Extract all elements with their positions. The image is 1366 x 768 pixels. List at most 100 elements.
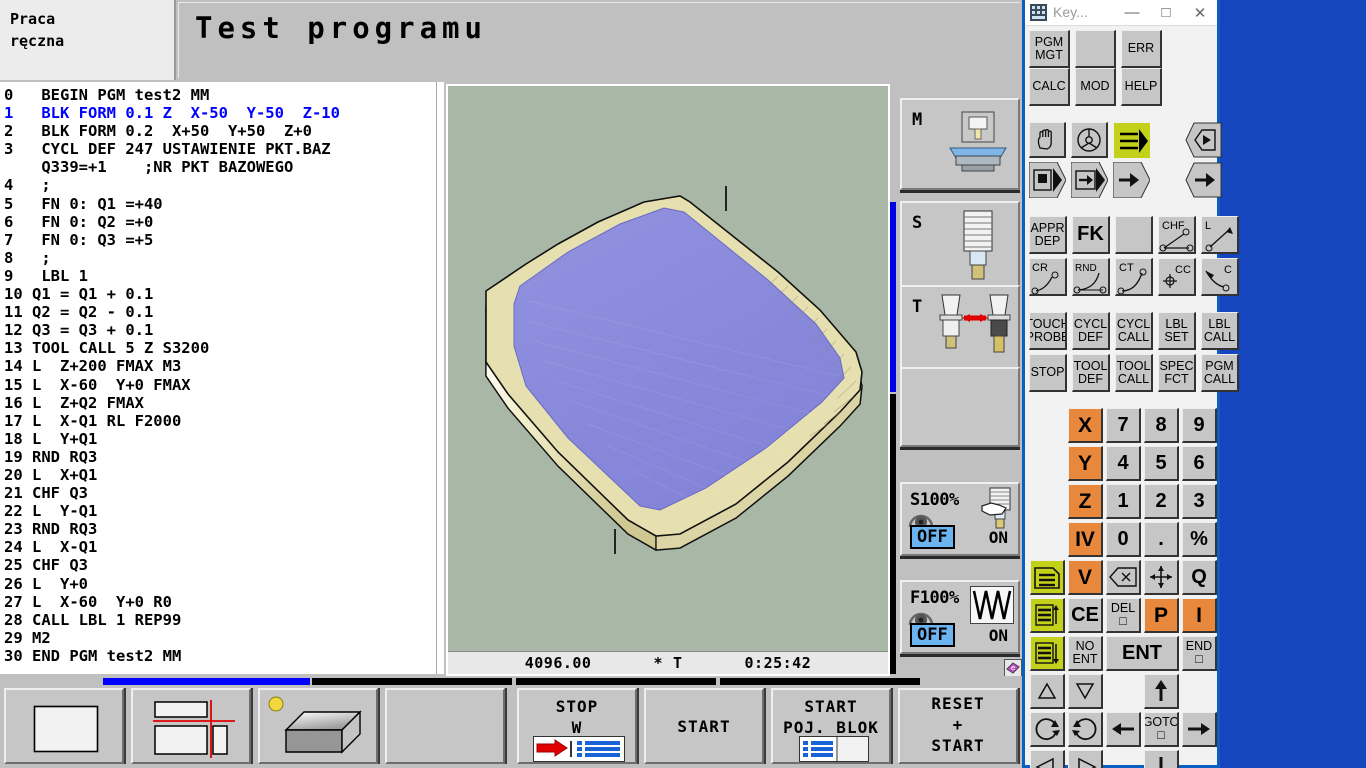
key-decimal-point[interactable]: . <box>1144 522 1179 557</box>
key-0[interactable]: 0 <box>1106 522 1141 557</box>
key-q[interactable]: Q <box>1182 560 1217 595</box>
key-jog-plus[interactable] <box>1068 750 1103 768</box>
key-del[interactable]: DEL □ <box>1106 598 1141 633</box>
softkey-tool-change[interactable]: T <box>900 285 1020 371</box>
key-stop[interactable]: STOP <box>1029 354 1067 392</box>
key-jog-minus[interactable] <box>1030 750 1065 768</box>
key-rotate-ccw[interactable] <box>1030 712 1065 747</box>
softkey-empty-view[interactable] <box>385 688 505 764</box>
smartselect-icon[interactable]: e <box>1004 659 1022 677</box>
program-line[interactable]: 22 L Y-Q1 <box>4 502 442 520</box>
key-c[interactable]: C <box>1201 258 1239 296</box>
key-9[interactable]: 9 <box>1182 408 1217 443</box>
program-line[interactable]: 19 RND RQ3 <box>4 448 442 466</box>
key-i[interactable]: I <box>1182 598 1217 633</box>
key-handwheel[interactable] <box>1071 122 1108 158</box>
key-line[interactable]: L <box>1201 216 1239 254</box>
key-axis-x[interactable]: X <box>1068 408 1103 443</box>
softkey-empty[interactable] <box>900 367 1020 447</box>
key-cc[interactable]: CC <box>1158 258 1196 296</box>
program-line[interactable]: 25 CHF Q3 <box>4 556 442 574</box>
program-line[interactable]: 1 BLK FORM 0.1 Z X-50 Y-50 Z-10 <box>4 104 442 122</box>
key-fk[interactable]: FK <box>1072 216 1110 254</box>
feed-override-off-badge[interactable]: OFF <box>910 623 955 647</box>
key-calc[interactable]: CALC <box>1029 68 1070 106</box>
key-p[interactable]: P <box>1144 598 1179 633</box>
program-line[interactable]: 5 FN 0: Q1 =+40 <box>4 195 442 213</box>
key-2[interactable]: 2 <box>1144 484 1179 519</box>
key-actual-position[interactable] <box>1144 560 1179 595</box>
key-axis-z[interactable]: Z <box>1068 484 1103 519</box>
program-line[interactable]: 0 BEGIN PGM test2 MM <box>4 86 442 104</box>
feed-override-on-label[interactable]: ON <box>989 626 1008 645</box>
key-7[interactable]: 7 <box>1106 408 1141 443</box>
key-blank-1[interactable] <box>1075 30 1116 68</box>
program-line[interactable]: 11 Q2 = Q2 - 0.1 <box>4 303 442 321</box>
softkey-start[interactable]: START <box>644 688 764 764</box>
program-line[interactable]: 24 L X-Q1 <box>4 538 442 556</box>
softkey-3d-view[interactable] <box>258 688 378 764</box>
softkey-feed-override[interactable]: F100% OFF ON <box>900 580 1020 654</box>
softkey-spindle-speed[interactable]: S <box>900 201 1020 289</box>
key-rnd[interactable]: RND <box>1072 258 1110 296</box>
key-end[interactable]: END □ <box>1182 636 1217 671</box>
program-line[interactable]: 20 L X+Q1 <box>4 466 442 484</box>
key-arrow-up[interactable] <box>1144 674 1179 709</box>
key-4[interactable]: 4 <box>1106 446 1141 481</box>
close-button[interactable]: ✕ <box>1183 0 1217 25</box>
key-blank-2[interactable] <box>1115 216 1153 254</box>
program-line[interactable]: 8 ; <box>4 249 442 267</box>
program-line[interactable]: 14 L Z+200 FMAX M3 <box>4 357 442 375</box>
program-line[interactable]: 27 L X-60 Y+0 R0 <box>4 593 442 611</box>
key-touch-probe[interactable]: TOUCHPROBE <box>1029 312 1067 350</box>
program-line[interactable]: 15 L X-60 Y+0 FMAX <box>4 376 442 394</box>
key-1[interactable]: 1 <box>1106 484 1141 519</box>
key-triangle-up[interactable] <box>1030 674 1065 709</box>
program-line[interactable]: 23 RND RQ3 <box>4 520 442 538</box>
softkey-start-single-block[interactable]: START POJ. BLOK <box>771 688 891 764</box>
key-5[interactable]: 5 <box>1144 446 1179 481</box>
key-pgm-mgt[interactable]: PGM MGT <box>1029 30 1070 68</box>
minimize-button[interactable]: — <box>1115 0 1149 25</box>
program-line[interactable]: 7 FN 0: Q3 =+5 <box>4 231 442 249</box>
program-scrollbar[interactable] <box>436 82 444 674</box>
key-page-up[interactable] <box>1030 598 1065 633</box>
key-cycl-def[interactable]: CYCL DEF <box>1072 312 1110 350</box>
program-line[interactable]: 28 CALL LBL 1 REP99 <box>4 611 442 629</box>
key-pgm-call[interactable]: PGM CALL <box>1201 354 1239 392</box>
program-line[interactable]: 26 L Y+0 <box>4 575 442 593</box>
program-listing[interactable]: 0 BEGIN PGM test2 MM 1 BLK FORM 0.1 Z X-5… <box>0 82 444 674</box>
softkey-reset-start[interactable]: RESET + START <box>898 688 1018 764</box>
program-line[interactable]: 10 Q1 = Q1 + 0.1 <box>4 285 442 303</box>
spindle-override-off-badge[interactable]: OFF <box>910 525 955 549</box>
key-page-list[interactable] <box>1030 560 1065 595</box>
key-8[interactable]: 8 <box>1144 408 1179 443</box>
graphics-viewport[interactable] <box>448 86 888 651</box>
key-page-down[interactable] <box>1030 636 1065 671</box>
program-line[interactable]: 18 L Y+Q1 <box>4 430 442 448</box>
key-ce[interactable]: CE <box>1068 598 1103 633</box>
key-program-run-single[interactable] <box>1071 162 1108 198</box>
key-err[interactable]: ERR <box>1121 30 1162 68</box>
program-line[interactable]: 29 M2 <box>4 629 442 647</box>
key-arrow-right[interactable] <box>1182 712 1217 747</box>
program-line[interactable]: 2 BLK FORM 0.2 X+50 Y+50 Z+0 <box>4 122 442 140</box>
key-tool-def[interactable]: TOOL DEF <box>1072 354 1110 392</box>
program-line[interactable]: 6 FN 0: Q2 =+0 <box>4 213 442 231</box>
key-tool-call[interactable]: TOOL CALL <box>1115 354 1153 392</box>
softkey-m-functions[interactable]: M <box>900 98 1020 190</box>
softkey-spindle-override[interactable]: S100% OFF ON <box>900 482 1020 556</box>
key-program-edit[interactable] <box>1113 162 1150 198</box>
program-line[interactable]: 16 L Z+Q2 FMAX <box>4 394 442 412</box>
key-3[interactable]: 3 <box>1182 484 1217 519</box>
softkey-split-view[interactable] <box>131 688 251 764</box>
key-axis-y[interactable]: Y <box>1068 446 1103 481</box>
key-sign-percent[interactable]: % <box>1182 522 1217 557</box>
key-program-run-full[interactable] <box>1113 122 1150 158</box>
key-program-test[interactable] <box>1185 122 1222 158</box>
key-chf[interactable]: CHF <box>1158 216 1196 254</box>
program-line[interactable]: 4 ; <box>4 176 442 194</box>
key-test-run-mode[interactable] <box>1185 162 1222 198</box>
program-line[interactable]: 12 Q3 = Q3 + 0.1 <box>4 321 442 339</box>
program-line[interactable]: 30 END PGM test2 MM <box>4 647 442 665</box>
